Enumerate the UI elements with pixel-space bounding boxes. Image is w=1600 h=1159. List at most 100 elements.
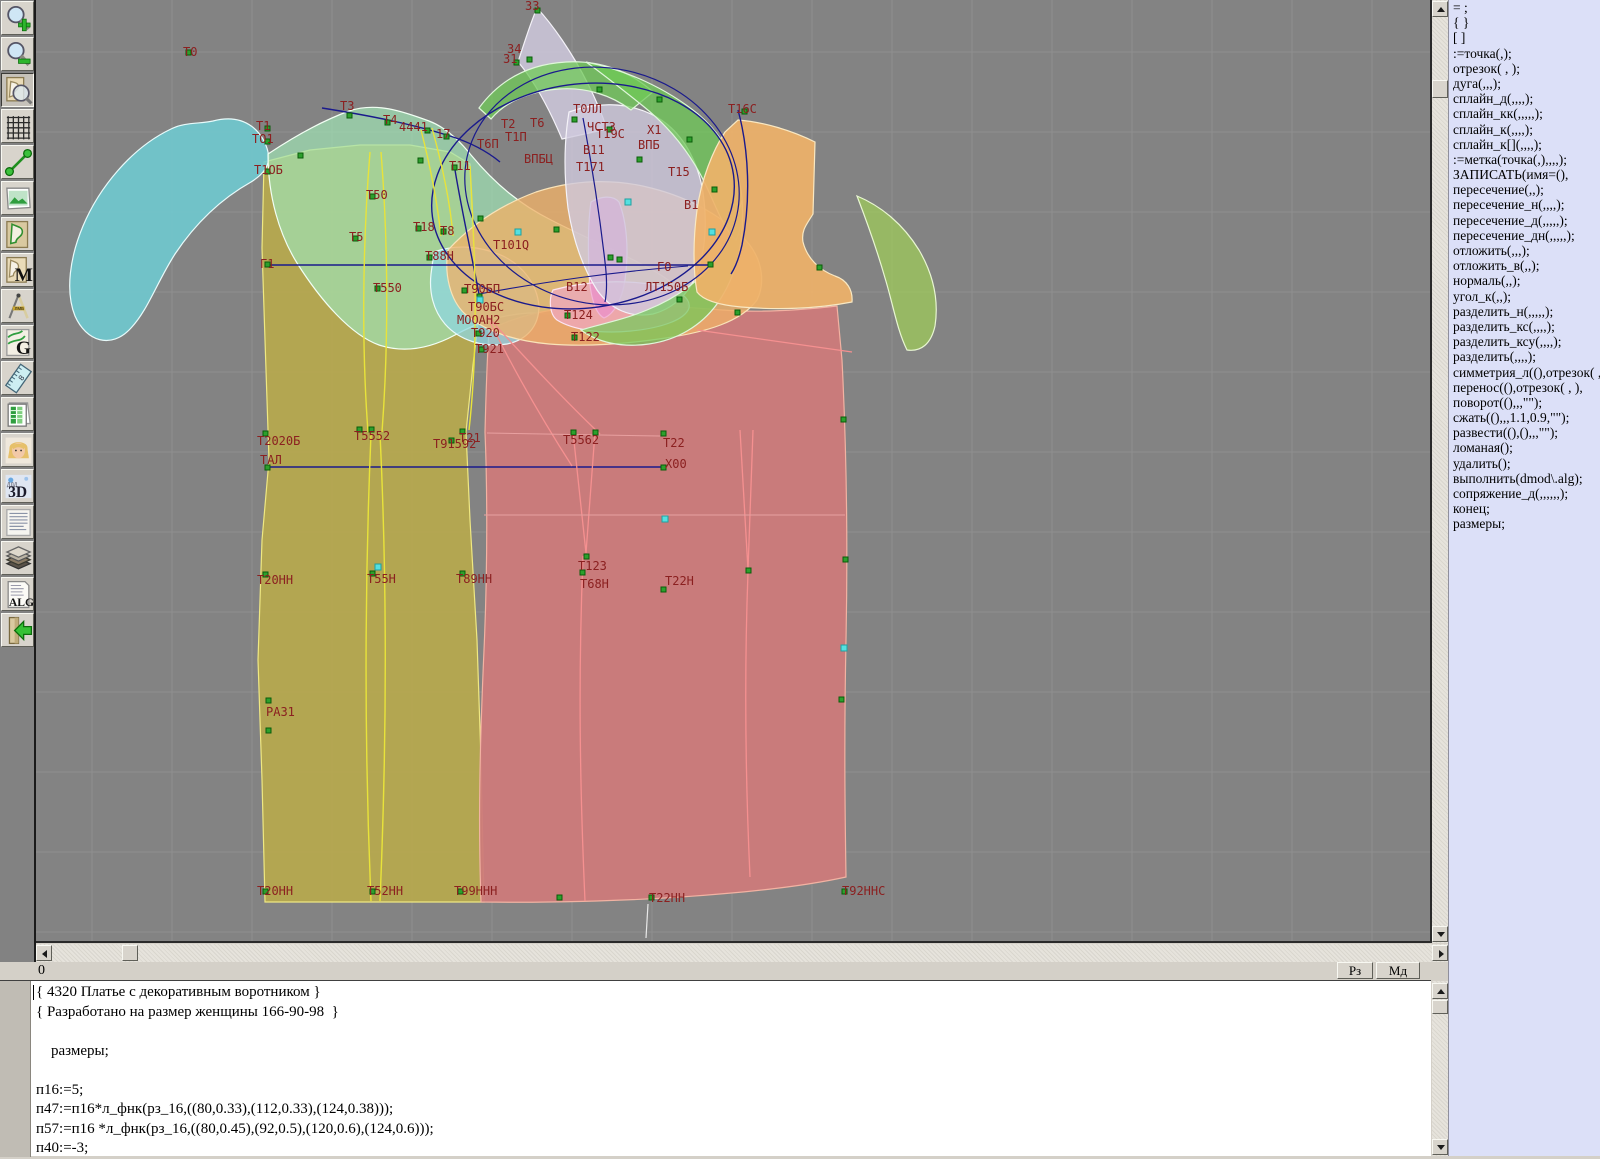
point-marker[interactable] (597, 87, 602, 92)
table-icon[interactable] (1, 397, 34, 431)
point-marker[interactable] (418, 158, 423, 163)
selected-point-marker[interactable] (515, 229, 521, 235)
pattern-piece-skirt-red[interactable] (480, 305, 847, 902)
selected-point-marker[interactable] (625, 199, 631, 205)
command-item[interactable]: отложить_в(,,); (1449, 258, 1600, 273)
editor-vertical-scrollbar[interactable] (1432, 981, 1448, 1156)
selected-point-marker[interactable] (841, 645, 847, 651)
point-marker[interactable] (617, 257, 622, 262)
point-marker[interactable] (817, 265, 822, 270)
command-item[interactable]: разделить(,,,,); (1449, 349, 1600, 364)
grid-icon[interactable] (1, 109, 34, 143)
command-item[interactable]: ломаная(); (1449, 440, 1600, 455)
point-marker[interactable] (843, 557, 848, 562)
command-item[interactable]: ЗАПИСАТЬ(имя=(), (1449, 167, 1600, 182)
command-item[interactable]: дуга(,,,); (1449, 76, 1600, 91)
point-marker[interactable] (347, 113, 352, 118)
command-item[interactable]: пересечение(,,); (1449, 182, 1600, 197)
command-item[interactable]: сплайн_к(,,,,); (1449, 122, 1600, 137)
point-marker[interactable] (557, 895, 562, 900)
exit-icon[interactable] (1, 613, 34, 647)
command-item[interactable]: сплайн_к[](,,,,); (1449, 137, 1600, 152)
command-item[interactable]: пересечение_дн(,,,,,); (1449, 228, 1600, 243)
drawing-canvas[interactable]: 333431Т0Т3Т1ТО1Т1ОБТ4444117Т11Т50Т5Т18Т8… (36, 0, 1432, 943)
point-marker[interactable] (687, 137, 692, 142)
command-item[interactable]: выполнить(dmod\.alg); (1449, 471, 1600, 486)
scroll-down-button[interactable] (1432, 926, 1448, 942)
command-item[interactable]: = ; (1449, 0, 1600, 15)
point-marker[interactable] (841, 417, 846, 422)
editor-scroll-up-button[interactable] (1432, 983, 1448, 999)
algorithm-text-editor[interactable]: { 4320 Платье с декоративным воротником … (0, 980, 1431, 1156)
g-document-icon[interactable]: G (1, 325, 34, 359)
point-marker[interactable] (712, 187, 717, 192)
canvas-horizontal-scrollbar[interactable] (36, 944, 1448, 962)
command-item[interactable]: отложить(,,,); (1449, 243, 1600, 258)
zoom-out-icon[interactable] (1, 37, 34, 71)
point-marker[interactable] (839, 697, 844, 702)
point-marker[interactable] (266, 728, 271, 733)
pattern-piece-collar-teal[interactable] (70, 119, 269, 341)
command-item[interactable]: разделить_н(,,,,,); (1449, 304, 1600, 319)
scroll-left-button[interactable] (36, 945, 52, 961)
canvas-vertical-scrollbar[interactable] (1432, 0, 1448, 943)
command-item[interactable]: размеры; (1449, 516, 1600, 531)
command-item[interactable]: сплайн_д(,,,,); (1449, 91, 1600, 106)
command-item[interactable]: сплайн_кк(,,,,,); (1449, 106, 1600, 121)
alg-document-icon[interactable]: ALG (1, 577, 34, 611)
command-item[interactable]: развести((),(),,,""); (1449, 425, 1600, 440)
point-marker[interactable] (554, 227, 559, 232)
command-item[interactable]: пересечение_н(,,,,); (1449, 197, 1600, 212)
point-marker[interactable] (572, 117, 577, 122)
compass-icon[interactable]: ЛМБ (1, 289, 34, 323)
command-item[interactable]: разделить_кс(,,,,); (1449, 319, 1600, 334)
m-document-icon[interactable]: M (1, 253, 34, 287)
pattern-piece-green-leaf-far-right[interactable] (857, 196, 936, 350)
point-marker[interactable] (527, 57, 532, 62)
scroll-up-button[interactable] (1432, 1, 1448, 17)
command-item[interactable]: { } (1449, 15, 1600, 30)
rz-button[interactable]: Рз (1337, 962, 1373, 979)
selected-point-marker[interactable] (709, 229, 715, 235)
command-item[interactable]: перенос((),отрезок( , ), (1449, 380, 1600, 395)
zoom-in-icon[interactable] (1, 1, 34, 35)
segment-icon[interactable] (1, 145, 34, 179)
command-item[interactable]: сопряжение_д(,,,,,,); (1449, 486, 1600, 501)
image-icon[interactable] (1, 181, 34, 215)
command-item[interactable]: :=метка(точка(,),,,,); (1449, 152, 1600, 167)
point-marker[interactable] (608, 255, 613, 260)
command-item[interactable]: поворот((),,,""); (1449, 395, 1600, 410)
horizontal-scroll-thumb[interactable] (122, 945, 138, 961)
point-marker[interactable] (478, 216, 483, 221)
books-icon[interactable] (1, 541, 34, 575)
3d-icon[interactable]: ДДД3D (1, 469, 34, 503)
command-item[interactable]: удалить(); (1449, 456, 1600, 471)
point-marker[interactable] (298, 153, 303, 158)
command-item[interactable]: отрезок( , ); (1449, 61, 1600, 76)
command-item[interactable]: сжать((),,,1.1,0.9,""); (1449, 410, 1600, 425)
selected-point-marker[interactable] (375, 564, 381, 570)
md-button[interactable]: Мд (1376, 962, 1420, 979)
pattern-piece-icon[interactable] (1, 217, 34, 251)
command-item[interactable]: :=точка(,); (1449, 46, 1600, 61)
portrait-icon[interactable] (1, 433, 34, 467)
scroll-right-button[interactable] (1432, 945, 1448, 961)
point-marker[interactable] (735, 310, 740, 315)
point-marker[interactable] (637, 157, 642, 162)
command-item[interactable]: [ ] (1449, 30, 1600, 45)
vertical-scroll-thumb[interactable] (1432, 80, 1448, 98)
preview-zoom-icon[interactable] (1, 73, 34, 107)
editor-scroll-down-button[interactable] (1432, 1139, 1448, 1155)
command-item[interactable]: конец; (1449, 501, 1600, 516)
command-item[interactable]: угол_к(,,); (1449, 289, 1600, 304)
editor-scroll-thumb[interactable] (1432, 1000, 1448, 1014)
command-item[interactable]: симметрия_л((),отрезок( , ); (1449, 365, 1600, 380)
command-item[interactable]: нормаль(,,); (1449, 273, 1600, 288)
point-marker[interactable] (266, 698, 271, 703)
pattern-piece-back-bodice-orange[interactable] (694, 120, 852, 309)
selected-point-marker[interactable] (662, 516, 668, 522)
ruler-icon[interactable]: 8 (1, 361, 34, 395)
point-marker[interactable] (708, 262, 713, 267)
list-icon[interactable] (1, 505, 34, 539)
point-marker[interactable] (657, 97, 662, 102)
